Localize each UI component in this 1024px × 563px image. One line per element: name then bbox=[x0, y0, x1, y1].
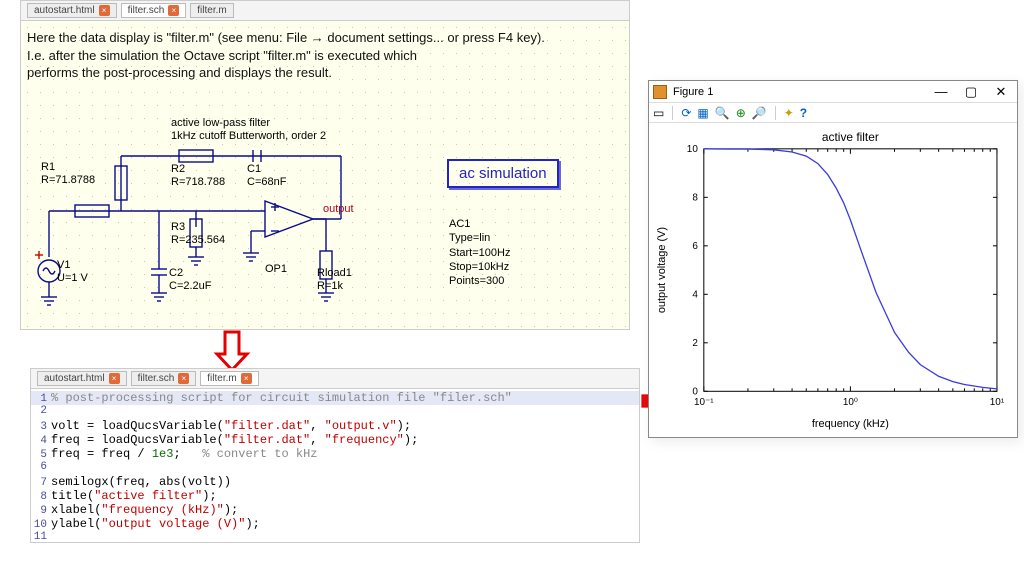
sch-title: active low-pass filter bbox=[171, 117, 270, 129]
c2-name: C2 bbox=[169, 267, 183, 279]
svg-text:4: 4 bbox=[692, 289, 698, 300]
plot-svg: 0 2 4 6 8 10 10⁻¹ 10⁰ 10¹ active filter frequency … bbox=[649, 123, 1017, 437]
r2-name: R2 bbox=[171, 163, 185, 175]
close-icon[interactable]: × bbox=[168, 5, 179, 16]
close-icon[interactable]: × bbox=[109, 373, 120, 384]
c1-value: C=68nF bbox=[247, 176, 286, 188]
maximize-icon[interactable]: ▢ bbox=[959, 84, 983, 100]
tab-filter-sch[interactable]: filter.sch × bbox=[121, 3, 187, 18]
figure-window: Figure 1 — ▢ ✕ ▭ ⟳ ▦ 🔍 ⊕ 🔎 ✦ ? 0 2 4 6 8 10 10… bbox=[648, 80, 1018, 438]
svg-text:10: 10 bbox=[687, 144, 699, 155]
new-figure-icon[interactable]: ▭ bbox=[653, 106, 664, 120]
tab-label: filter.sch bbox=[138, 373, 175, 384]
code-line[interactable]: 5freq = freq / 1e3; % convert to kHz bbox=[31, 447, 639, 461]
close-icon[interactable]: × bbox=[241, 373, 252, 384]
help-icon[interactable]: ? bbox=[800, 106, 807, 120]
tab-filter-m[interactable]: filter.m × bbox=[200, 371, 258, 386]
axes-icon[interactable]: ✦ bbox=[784, 106, 794, 120]
r1-value: R=71.8788 bbox=[41, 174, 95, 186]
svg-text:10⁻¹: 10⁻¹ bbox=[694, 397, 714, 408]
code-line[interactable]: 3volt = loadQucsVariable("filter.dat", "… bbox=[31, 419, 639, 433]
zoom-in-icon[interactable]: ⊕ bbox=[736, 106, 746, 120]
tab-label: filter.m bbox=[207, 373, 236, 384]
ac-simulation-box[interactable]: ac simulation bbox=[447, 159, 559, 188]
svg-text:0: 0 bbox=[692, 386, 698, 397]
code-line[interactable]: 11 bbox=[31, 531, 639, 542]
svg-text:output voltage (V): output voltage (V) bbox=[656, 227, 668, 313]
code-line[interactable]: 9xlabel("frequency (kHz)"); bbox=[31, 503, 639, 517]
schematic-panel: autostart.html × filter.sch × filter.m H… bbox=[20, 0, 630, 330]
close-icon[interactable]: × bbox=[178, 373, 189, 384]
code-editor[interactable]: 1% post-processing script for circuit si… bbox=[31, 389, 639, 542]
close-icon[interactable]: ✕ bbox=[989, 84, 1013, 100]
ac1-type: Type=lin bbox=[449, 232, 490, 244]
svg-text:active filter: active filter bbox=[822, 130, 879, 144]
code-line[interactable]: 2 bbox=[31, 405, 639, 419]
code-line[interactable]: 4freq = loadQucsVariable("filter.dat", "… bbox=[31, 433, 639, 447]
v1-name: V1 bbox=[57, 259, 70, 271]
svg-text:8: 8 bbox=[692, 192, 698, 203]
op1-name: OP1 bbox=[265, 263, 287, 275]
tab-label: filter.sch bbox=[128, 5, 165, 16]
svg-text:2: 2 bbox=[692, 338, 698, 349]
figure-toolbar: ▭ ⟳ ▦ 🔍 ⊕ 🔎 ✦ ? bbox=[649, 103, 1017, 123]
tab-label: autostart.html bbox=[44, 373, 105, 384]
editor-panel: autostart.html × filter.sch × filter.m ×… bbox=[30, 368, 640, 543]
grid-icon[interactable]: ▦ bbox=[697, 106, 708, 120]
ac1-points: Points=300 bbox=[449, 275, 504, 287]
code-line[interactable]: 8title("active filter"); bbox=[31, 489, 639, 503]
tab-autostart[interactable]: autostart.html × bbox=[37, 371, 127, 386]
arrow-down-icon bbox=[210, 330, 254, 372]
app-icon bbox=[653, 85, 667, 99]
output-node-label: output bbox=[323, 203, 354, 216]
r3-name: R3 bbox=[171, 221, 185, 233]
r3-value: R=235.564 bbox=[171, 234, 225, 246]
code-line[interactable]: 6 bbox=[31, 461, 639, 475]
rload-name: Rload1 bbox=[317, 267, 352, 279]
close-icon[interactable]: × bbox=[99, 5, 110, 16]
tab-autostart[interactable]: autostart.html × bbox=[27, 3, 117, 18]
refresh-icon[interactable]: ⟳ bbox=[681, 106, 691, 120]
ac1-stop: Stop=10kHz bbox=[449, 261, 509, 273]
sch-subtitle: 1kHz cutoff Butterworth, order 2 bbox=[171, 130, 326, 142]
r2-value: R=718.788 bbox=[171, 176, 225, 188]
svg-text:6: 6 bbox=[692, 241, 698, 252]
c2-value: C=2.2uF bbox=[169, 280, 212, 292]
tab-filter-m[interactable]: filter.m bbox=[190, 3, 233, 18]
figure-titlebar[interactable]: Figure 1 — ▢ ✕ bbox=[649, 81, 1017, 103]
code-line[interactable]: 1% post-processing script for circuit si… bbox=[31, 391, 639, 405]
editor-tabbar: autostart.html × filter.sch × filter.m × bbox=[31, 369, 639, 389]
ac1-name: AC1 bbox=[449, 218, 470, 230]
c1-name: C1 bbox=[247, 163, 261, 175]
ac1-start: Start=100Hz bbox=[449, 247, 510, 259]
svg-text:frequency (kHz): frequency (kHz) bbox=[812, 418, 889, 430]
zoom-out-icon[interactable]: 🔎 bbox=[752, 106, 767, 120]
tab-filter-sch[interactable]: filter.sch × bbox=[131, 371, 197, 386]
tab-label: filter.m bbox=[197, 5, 226, 16]
minimize-icon[interactable]: — bbox=[929, 84, 953, 99]
tab-label: autostart.html bbox=[34, 5, 95, 16]
figure-window-title: Figure 1 bbox=[673, 86, 713, 98]
plot-area[interactable]: 0 2 4 6 8 10 10⁻¹ 10⁰ 10¹ active filter frequency … bbox=[649, 123, 1017, 437]
r1-name: R1 bbox=[41, 161, 55, 173]
code-line[interactable]: 10ylabel("output voltage (V)"); bbox=[31, 517, 639, 531]
schematic-tabbar: autostart.html × filter.sch × filter.m bbox=[21, 1, 629, 21]
svg-text:10¹: 10¹ bbox=[990, 397, 1005, 408]
v1-value: U=1 V bbox=[57, 272, 88, 284]
schematic-canvas[interactable]: Here the data display is "filter.m" (see… bbox=[21, 21, 629, 329]
code-line[interactable]: 7semilogx(freq, abs(volt)) bbox=[31, 475, 639, 489]
svg-text:10⁰: 10⁰ bbox=[843, 397, 858, 408]
rload-value: R=1k bbox=[317, 280, 343, 292]
zoom-box-icon[interactable]: 🔍 bbox=[715, 106, 730, 120]
